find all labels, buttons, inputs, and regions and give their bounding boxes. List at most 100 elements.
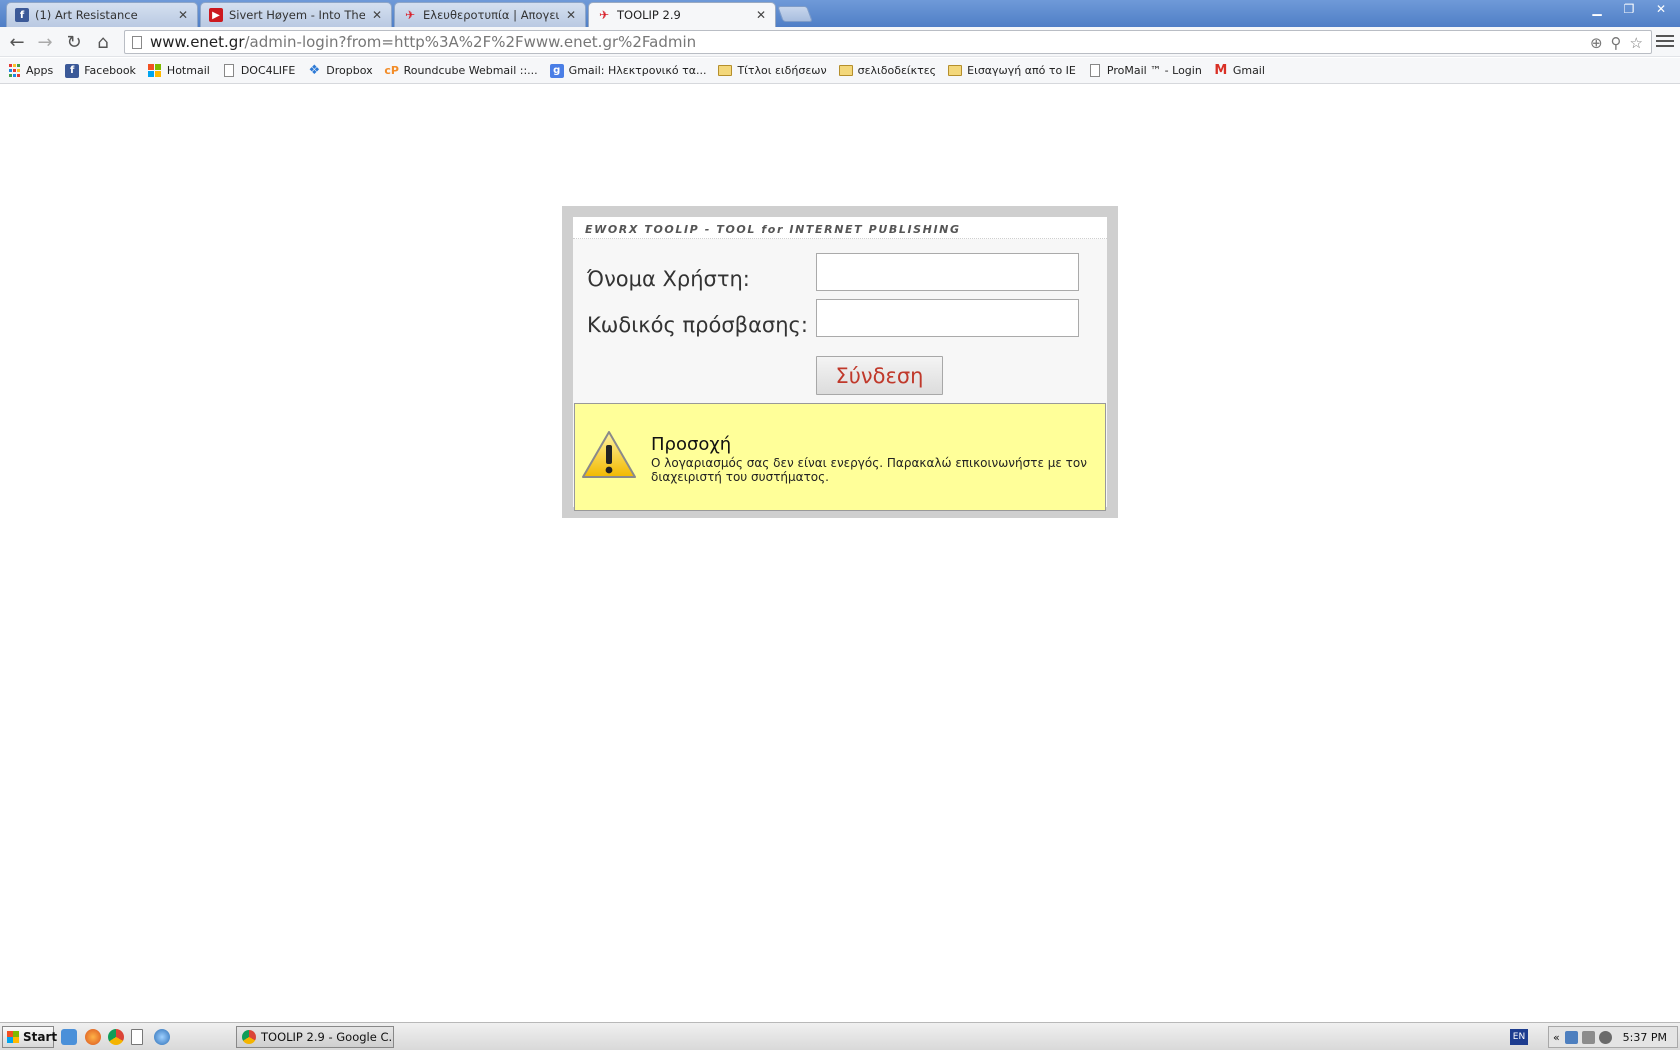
- expand-tray-icon[interactable]: «: [1553, 1031, 1560, 1044]
- gmail-icon: M: [1214, 63, 1228, 78]
- tab-eleftherotypia[interactable]: ✈ Ελευθεροτυπία | Απογευματινή ✕: [394, 2, 586, 27]
- bookmark-label: Gmail: [1232, 64, 1265, 77]
- forward-arrow-icon[interactable]: →: [34, 31, 56, 53]
- dropbox-icon: ❖: [308, 63, 321, 78]
- bookmark-gmail-google[interactable]: g Gmail: Ηλεκτρονικό τα...: [549, 63, 707, 78]
- folder-icon: [718, 64, 733, 78]
- bookmark-label: Facebook: [84, 64, 136, 77]
- bookmark-label: Hotmail: [166, 64, 210, 77]
- bookmark-label: Gmail: Ηλεκτρονικό τα...: [568, 64, 707, 77]
- close-icon[interactable]: ✕: [565, 8, 577, 22]
- clock[interactable]: 5:37 PM: [1623, 1031, 1667, 1044]
- bookmark-label: Εισαγωγή από το IE: [967, 64, 1076, 77]
- task-label: TOOLIP 2.9 - Google C...: [261, 1030, 394, 1044]
- printer-icon[interactable]: [1581, 1030, 1595, 1044]
- bookmark-roundcube[interactable]: cP Roundcube Webmail ::...: [384, 64, 538, 78]
- facebook-icon: f: [65, 63, 80, 78]
- url-host: www.enet.gr: [150, 33, 245, 51]
- document-icon[interactable]: [131, 1029, 143, 1045]
- zoom-icon[interactable]: ⊕: [1590, 34, 1603, 52]
- star-icon[interactable]: ☆: [1630, 34, 1643, 52]
- folder-icon: [948, 64, 963, 78]
- tab-title: Sivert Høyem - Into The Sea: [229, 8, 365, 22]
- bookmark-label: Τίτλοι ειδήσεων: [737, 64, 827, 77]
- alert-message: Ο λογαριασμός σας δεν είναι ενεργός. Παρ…: [651, 456, 1087, 484]
- bookmarks-bar: Apps f Facebook Hotmail DOC4LIFE ❖ Dropb…: [0, 58, 1680, 84]
- menu-icon[interactable]: [1656, 32, 1674, 50]
- back-arrow-icon[interactable]: ←: [6, 31, 28, 53]
- extension-icon[interactable]: ⚲: [1611, 34, 1622, 52]
- home-icon[interactable]: ⌂: [92, 31, 114, 53]
- bookmark-dropbox[interactable]: ❖ Dropbox: [307, 63, 373, 78]
- bookmark-label: Dropbox: [326, 64, 373, 77]
- bookmark-hotmail[interactable]: Hotmail: [148, 63, 210, 78]
- reload-icon[interactable]: ↻: [63, 31, 85, 53]
- page-icon: [222, 64, 236, 78]
- chrome-icon: [242, 1030, 256, 1044]
- restore-icon[interactable]: ❐: [1616, 0, 1642, 18]
- youtube-icon: ▶: [209, 8, 223, 22]
- apps-icon: [7, 64, 21, 78]
- start-button[interactable]: Start: [2, 1026, 58, 1048]
- panel-header: EWORX TOOLIP - TOOL for INTERNET PUBLISH…: [573, 217, 1107, 239]
- close-icon[interactable]: ✕: [177, 8, 189, 22]
- alert-title: Προσοχή: [651, 434, 732, 455]
- network-icon[interactable]: [1564, 1030, 1578, 1044]
- close-window-icon[interactable]: ✕: [1648, 0, 1674, 18]
- bookmark-promail[interactable]: ProMail ™ - Login: [1088, 64, 1202, 78]
- taskbar-item-chrome[interactable]: TOOLIP 2.9 - Google C...: [236, 1026, 394, 1048]
- taskbar: Start TOOLIP 2.9 - Google C... EN « 5:37…: [0, 1022, 1680, 1050]
- tab-title: TOOLIP 2.9: [617, 8, 681, 22]
- windows-icon: [148, 63, 162, 78]
- bookmark-label: DOC4LIFE: [240, 64, 296, 77]
- browser-tab-strip: f (1) Art Resistance ✕ ▶ Sivert Høyem - …: [0, 0, 1680, 27]
- login-form: EWORX TOOLIP - TOOL for INTERNET PUBLISH…: [573, 217, 1107, 511]
- tab-title: (1) Art Resistance: [35, 8, 138, 22]
- chrome-icon[interactable]: [108, 1029, 124, 1045]
- login-panel: EWORX TOOLIP - TOOL for INTERNET PUBLISH…: [562, 206, 1118, 518]
- bookmark-folder-bookmarks[interactable]: σελιδοδείκτες: [838, 64, 937, 78]
- tab-art-resistance[interactable]: f (1) Art Resistance ✕: [6, 2, 198, 27]
- close-icon[interactable]: ✕: [371, 8, 383, 22]
- system-tray: « 5:37 PM: [1548, 1026, 1678, 1048]
- page-icon: [1088, 64, 1102, 78]
- window-controls: ▁ ❐ ✕: [1584, 0, 1674, 18]
- start-label: Start: [23, 1030, 58, 1044]
- bookmark-label: Apps: [26, 64, 54, 77]
- tab-toolip[interactable]: ✈ TOOLIP 2.9 ✕: [588, 2, 776, 27]
- close-icon[interactable]: ✕: [755, 8, 767, 22]
- password-label: Κωδικός πρόσβασης:: [587, 313, 808, 337]
- folder-icon: [838, 64, 853, 78]
- toolip-icon: ✈: [404, 8, 416, 22]
- volume-icon[interactable]: [1598, 1030, 1612, 1044]
- bookmark-folder-news[interactable]: Τίτλοι ειδήσεων: [718, 64, 827, 78]
- login-button[interactable]: Σύνδεση: [816, 356, 943, 395]
- alert-box: Προσοχή Ο λογαριασμός σας δεν είναι ενερ…: [574, 403, 1106, 511]
- bookmark-label: σελιδοδείκτες: [857, 64, 937, 77]
- bookmark-label: Roundcube Webmail ::...: [403, 64, 538, 77]
- ie-icon[interactable]: [61, 1029, 77, 1045]
- browser-toolbar: ← → ↻ ⌂ www.enet.gr/admin-login?from=htt…: [0, 27, 1680, 57]
- firefox-icon[interactable]: [85, 1029, 101, 1045]
- bookmark-gmail[interactable]: M Gmail: [1214, 63, 1265, 78]
- bookmark-apps[interactable]: Apps: [7, 64, 53, 78]
- bookmark-folder-ie-import[interactable]: Εισαγωγή από το IE: [948, 64, 1076, 78]
- tab-sivert-hoyem[interactable]: ▶ Sivert Høyem - Into The Sea ✕: [200, 2, 392, 27]
- language-indicator[interactable]: EN: [1510, 1029, 1528, 1045]
- minimize-icon[interactable]: ▁: [1584, 0, 1610, 18]
- facebook-icon: f: [15, 8, 29, 22]
- bookmark-label: ProMail ™ - Login: [1106, 64, 1202, 77]
- toolip-icon: ✈: [598, 8, 610, 22]
- bookmark-doc4life[interactable]: DOC4LIFE: [222, 64, 295, 78]
- cpanel-icon: cP: [384, 64, 399, 77]
- app-icon[interactable]: [154, 1029, 170, 1045]
- new-tab-button[interactable]: [777, 6, 813, 22]
- page-icon: [132, 35, 142, 49]
- google-icon: g: [549, 63, 564, 78]
- bookmark-facebook[interactable]: f Facebook: [65, 63, 136, 78]
- username-label: Όνομα Χρήστη:: [587, 267, 750, 291]
- username-input[interactable]: [816, 253, 1079, 291]
- url-path: /admin-login?from=http%3A%2F%2Fwww.enet.…: [244, 33, 697, 51]
- address-bar[interactable]: www.enet.gr/admin-login?from=http%3A%2F%…: [124, 30, 1652, 54]
- password-input[interactable]: [816, 299, 1079, 337]
